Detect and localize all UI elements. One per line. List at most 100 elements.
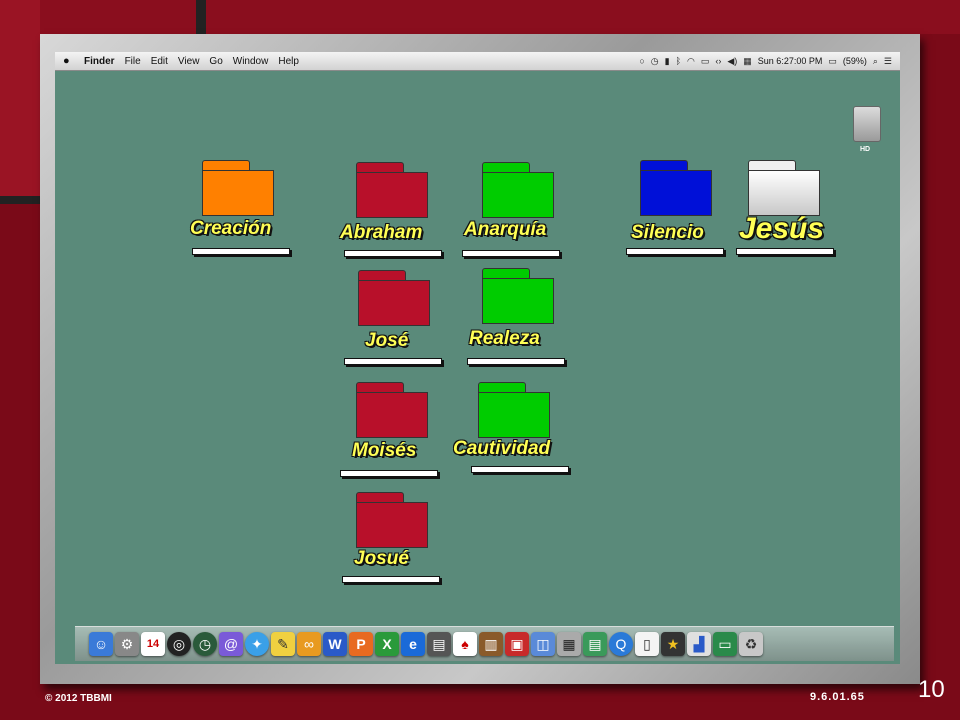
notes-icon[interactable]: ✎ [271, 632, 295, 656]
folder-underline [342, 576, 440, 583]
hard-drive-icon[interactable] [853, 106, 881, 142]
folder-label-cautividad[interactable]: Cautividad [453, 438, 550, 460]
menu-window[interactable]: Window [233, 56, 269, 67]
folder-icon [358, 280, 430, 326]
folder-underline [344, 358, 442, 365]
folder-label-moises[interactable]: Moisés [352, 440, 416, 462]
folder-realeza[interactable] [482, 268, 554, 324]
folder-moises[interactable] [356, 382, 428, 438]
folder-label-creacion[interactable]: Creación [190, 218, 271, 240]
safari-icon[interactable]: ✦ [245, 632, 269, 656]
preview-icon[interactable]: ◫ [531, 632, 555, 656]
folder-icon [356, 172, 428, 218]
system-prefs-icon[interactable]: ⚙ [115, 632, 139, 656]
folder-icon [478, 392, 550, 438]
folder-label-jesus[interactable]: Jesús [739, 212, 824, 246]
folder-anarquia[interactable] [482, 162, 554, 218]
folder-icon [202, 170, 274, 216]
menu-help[interactable]: Help [278, 56, 299, 67]
imovie-icon[interactable]: ★ [661, 632, 685, 656]
folder-label-josue[interactable]: Josué [354, 548, 409, 570]
folder-abraham[interactable] [356, 162, 428, 218]
sheets-icon[interactable]: ▤ [583, 632, 607, 656]
calendar-icon[interactable]: 14 [141, 632, 165, 656]
spotlight-icon[interactable]: ⌕ [873, 56, 878, 67]
folder-creacion[interactable] [202, 160, 274, 216]
menu-edit[interactable]: Edit [151, 56, 168, 67]
bg-stripe-line [0, 196, 40, 204]
folder-label-anarquia[interactable]: Anarquía [464, 219, 546, 241]
folder-icon [482, 172, 554, 218]
flag-icon[interactable]: ▦ [743, 56, 752, 67]
folder-label-realeza[interactable]: Realeza [469, 328, 540, 350]
word-icon[interactable]: W [323, 632, 347, 656]
menu-file[interactable]: File [125, 56, 141, 67]
display-icon[interactable]: ▭ [701, 56, 710, 67]
wifi-icon[interactable]: ◠ [687, 56, 695, 67]
battery-icon[interactable]: ▭ [828, 56, 837, 67]
calculator-icon[interactable]: ▦ [557, 632, 581, 656]
clock[interactable]: Sun 6:27:00 PM [758, 56, 823, 66]
menu-bar: ● Finder File Edit View Go Window Help ○… [55, 52, 900, 71]
folder-underline [736, 248, 834, 255]
folder-underline [471, 466, 569, 473]
folder-underline [192, 248, 290, 255]
link-icon[interactable]: ∞ [297, 632, 321, 656]
bluetooth-icon[interactable]: ᛒ [676, 56, 681, 66]
folder-icon [356, 392, 428, 438]
bg-stripe-left [0, 0, 40, 200]
battery-percent[interactable]: (59%) [843, 56, 867, 66]
slide-code: 9.6.01.65 [810, 691, 865, 703]
trash-icon[interactable]: ♻ [739, 632, 763, 656]
mail-icon[interactable]: @ [219, 632, 243, 656]
lock-icon[interactable]: ▮ [665, 56, 670, 67]
page-number: 10 [918, 676, 945, 703]
folder-label-silencio[interactable]: Silencio [631, 222, 704, 244]
folder-jose[interactable] [358, 270, 430, 326]
charts-icon[interactable]: ▟ [687, 632, 711, 656]
textedit-icon[interactable]: ▯ [635, 632, 659, 656]
list-icon[interactable]: ☰ [884, 56, 892, 67]
screen-icon[interactable]: ▭ [713, 632, 737, 656]
photo-booth-icon[interactable]: ▣ [505, 632, 529, 656]
cards-icon[interactable]: ♠ [453, 632, 477, 656]
folder-silencio[interactable] [640, 160, 712, 216]
folder-cautividad[interactable] [478, 382, 550, 438]
folder-icon [356, 502, 428, 548]
quicktime-icon[interactable]: Q [609, 632, 633, 656]
internet-explorer-icon[interactable]: e [401, 632, 425, 656]
dictionary-icon[interactable]: ▥ [479, 632, 503, 656]
folder-underline [626, 248, 724, 255]
folder-jesus[interactable] [748, 160, 820, 216]
time-machine-icon[interactable]: ◷ [193, 632, 217, 656]
mac-desktop: ● Finder File Edit View Go Window Help ○… [55, 52, 900, 664]
folder-underline [340, 470, 438, 477]
folder-underline [344, 250, 442, 257]
finder-icon[interactable]: ☺ [89, 632, 113, 656]
folder-icon [640, 170, 712, 216]
dock: ☺ ⚙ 14 ◎ ◷ @ ✦ ✎ ∞ W P X e ▤ ♠ ▥ ▣ ◫ ▦ ▤… [75, 626, 894, 661]
timemachine-menu-icon[interactable]: ◷ [651, 56, 659, 67]
copyright: © 2012 TBBMI [45, 693, 112, 704]
menu-finder[interactable]: Finder [84, 56, 115, 67]
folder-josue[interactable] [356, 492, 428, 548]
folder-underline [467, 358, 565, 365]
folder-label-abraham[interactable]: Abraham [340, 222, 422, 244]
dashboard-icon[interactable]: ◎ [167, 632, 191, 656]
folder-underline [462, 250, 560, 257]
bg-stripe-top [0, 0, 960, 34]
folder-icon [482, 278, 554, 324]
status-icon[interactable]: ○ [639, 56, 644, 66]
menu-go[interactable]: Go [209, 56, 222, 67]
folder-label-jose[interactable]: José [365, 330, 408, 352]
volume-icon[interactable]: ◀) [727, 56, 737, 67]
folder-icon [748, 170, 820, 216]
menu-extras: ○ ◷ ▮ ᛒ ◠ ▭ ‹› ◀) ▦ Sun 6:27:00 PM ▭ (59… [639, 56, 900, 67]
powerpoint-icon[interactable]: P [349, 632, 373, 656]
excel-icon[interactable]: X [375, 632, 399, 656]
menu-view[interactable]: View [178, 56, 200, 67]
apple-icon[interactable]: ● [63, 55, 79, 67]
code-icon[interactable]: ‹› [715, 56, 721, 66]
printer-icon[interactable]: ▤ [427, 632, 451, 656]
hard-drive-label: HD [860, 146, 871, 153]
